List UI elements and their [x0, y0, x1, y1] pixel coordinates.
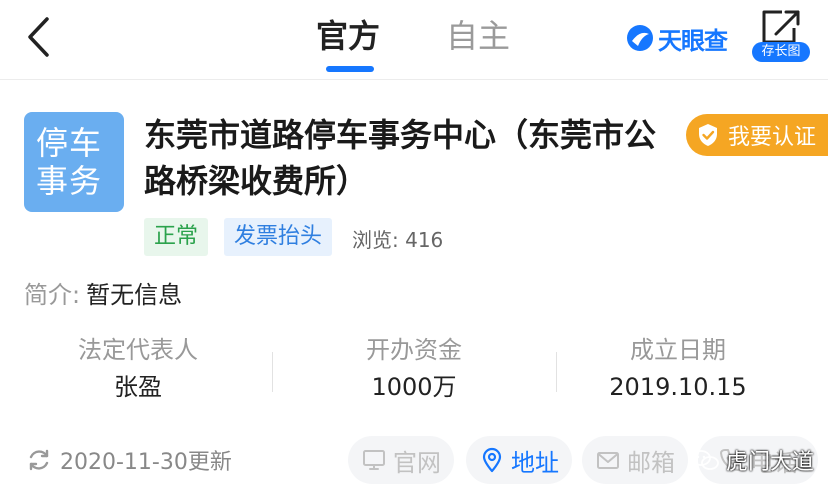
address-button[interactable]: 地址: [466, 436, 572, 484]
location-pin-icon: [482, 447, 502, 473]
certify-button[interactable]: 我要认证: [686, 114, 828, 156]
shield-check-icon: [699, 124, 717, 146]
wechat-watermark: 虎门大道: [690, 446, 815, 475]
watermark-text: 虎门大道: [726, 450, 815, 475]
long-image-badge[interactable]: 存长图: [752, 42, 810, 62]
company-logo-line-2: 事务: [36, 162, 103, 200]
email-label: 邮箱: [627, 448, 675, 477]
website-button[interactable]: 官网: [348, 436, 454, 484]
monitor-icon: [363, 450, 385, 470]
update-date: 2020-11-30更新: [60, 450, 232, 475]
intro-label: 简介:: [24, 281, 81, 309]
address-label: 地址: [511, 448, 559, 477]
company-intro: 简介: 暂无信息: [24, 280, 182, 310]
chevron-left-icon: [28, 17, 49, 57]
stat-legal-representative[interactable]: 法定代表人 张盈: [0, 334, 276, 404]
company-logo: 停车 事务: [24, 112, 124, 212]
wechat-icon: [691, 450, 719, 470]
certify-label: 我要认证: [728, 125, 817, 150]
stat-label: 法定代表人: [78, 336, 198, 364]
stat-divider: [272, 352, 273, 392]
update-info[interactable]: 2020-11-30更新: [26, 444, 232, 476]
stat-value: 张盈: [114, 373, 162, 401]
intro-value: 暂无信息: [86, 281, 183, 309]
brand-logo: 天眼查: [626, 22, 728, 55]
stat-established-date: 成立日期 2019.10.15: [540, 334, 816, 404]
active-tab-indicator: [326, 66, 374, 72]
back-button[interactable]: [18, 14, 58, 60]
stat-value: 2019.10.15: [609, 373, 747, 401]
email-button[interactable]: 邮箱: [582, 436, 688, 484]
status-badge: 正常: [144, 218, 209, 256]
view-count: 浏览: 416: [352, 228, 444, 252]
mail-icon: [597, 452, 619, 469]
brand-name: 天眼查: [658, 26, 728, 55]
refresh-icon: [29, 449, 49, 471]
invoice-title-tag[interactable]: 发票抬头: [224, 218, 333, 256]
top-nav-bar: 官方 自主 天眼查 存长图: [0, 0, 828, 80]
stat-value: 1000万: [371, 373, 457, 401]
company-logo-line-1: 停车: [36, 124, 103, 162]
website-label: 官网: [393, 448, 441, 477]
stat-label: 成立日期: [630, 336, 726, 364]
tab-official[interactable]: 官方: [316, 14, 380, 58]
stat-registered-capital: 开办资金 1000万: [276, 334, 552, 404]
stat-label: 开办资金: [366, 336, 462, 364]
brand-mark-icon: [627, 25, 653, 51]
company-name: 东莞市道路停车事务中心（东莞市公路桥梁收费所）: [144, 116, 657, 200]
tab-self[interactable]: 自主: [446, 14, 510, 58]
